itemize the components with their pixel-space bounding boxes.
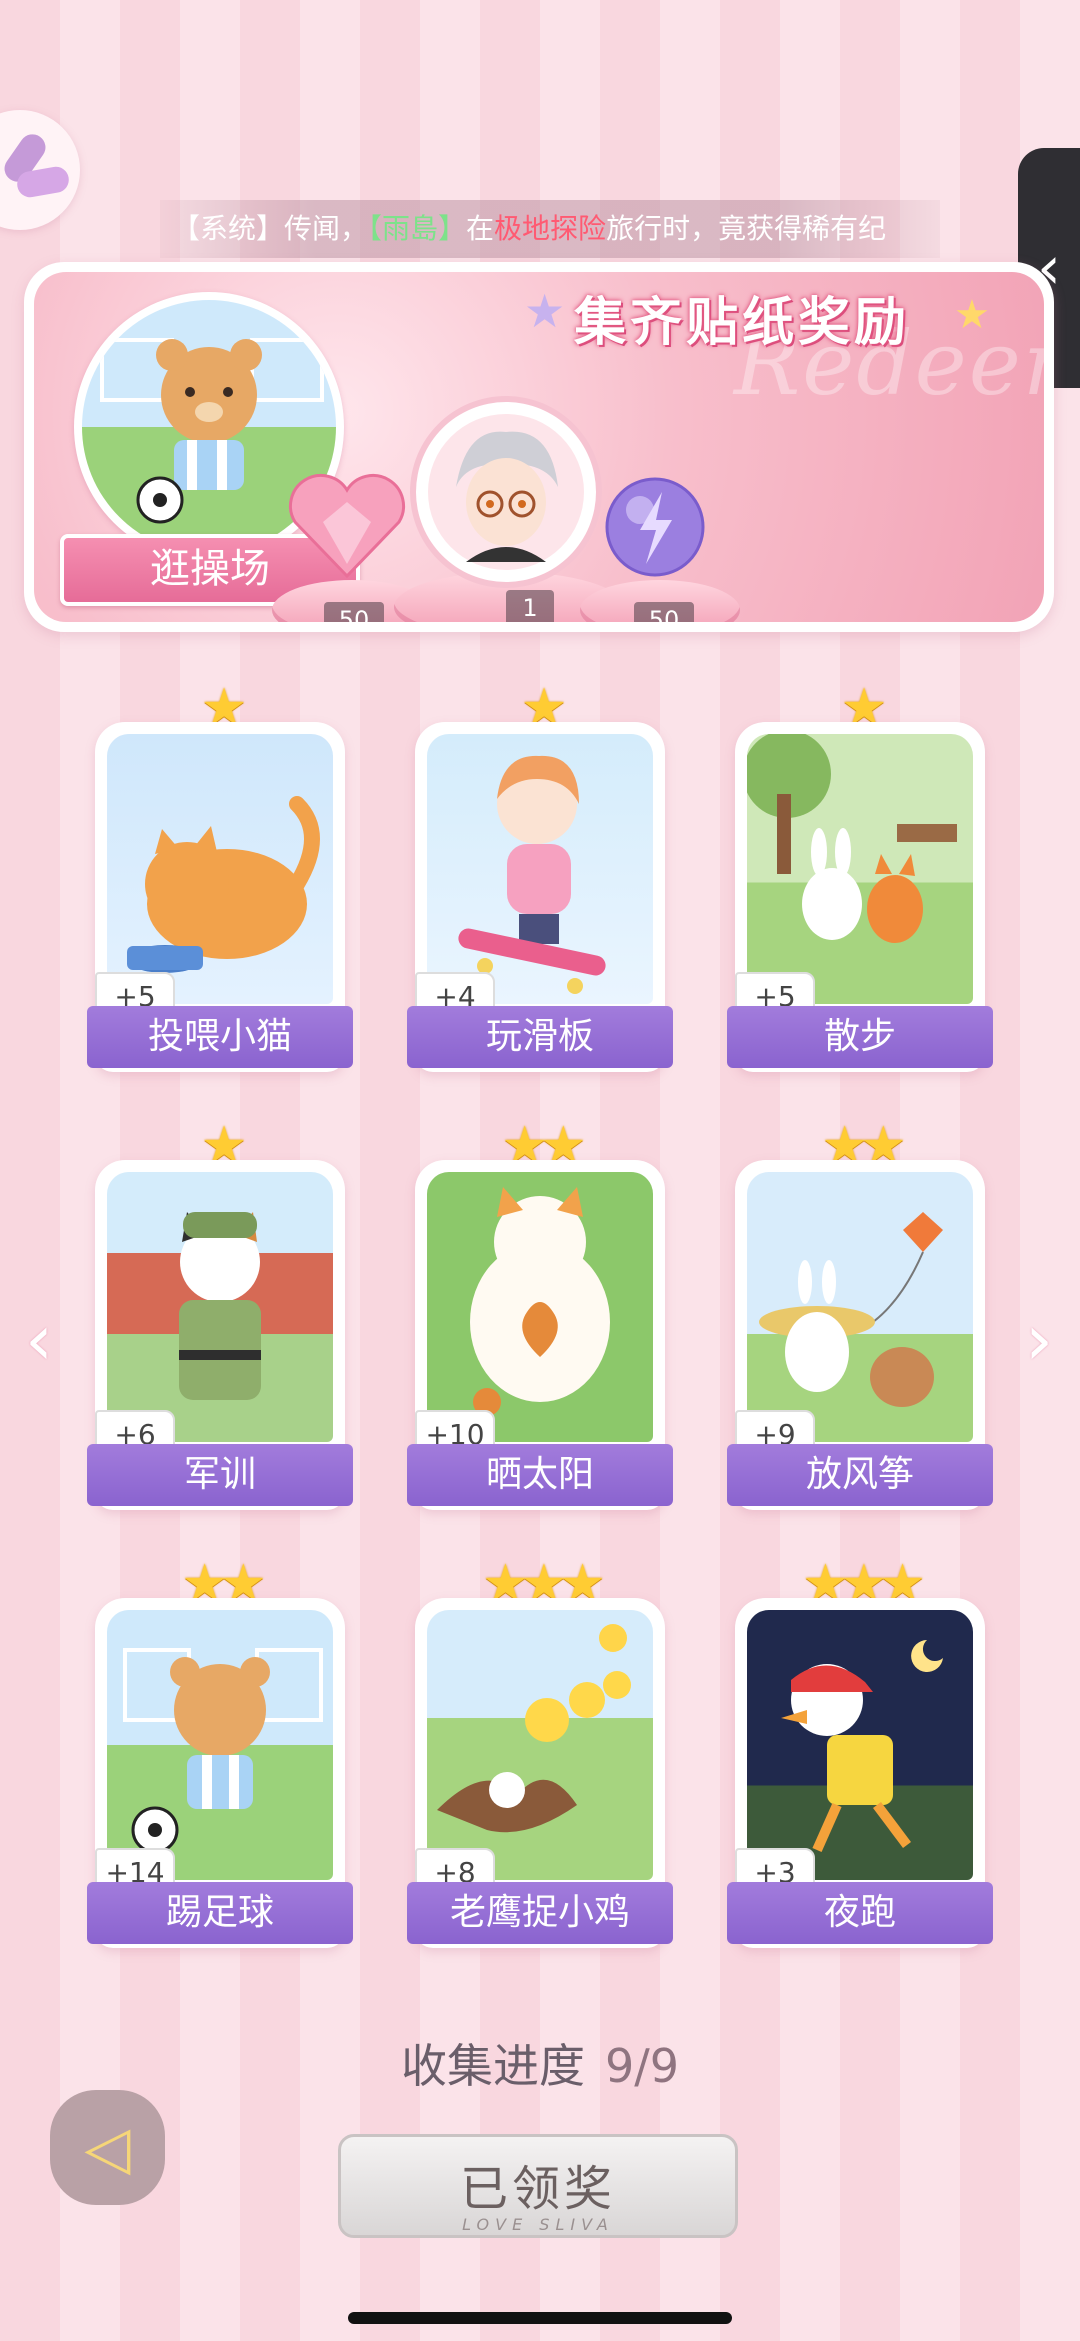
eagle-chicks-illustration — [427, 1610, 653, 1880]
claim-reward-button[interactable]: 已领奖 LOVE SLIVA — [338, 2134, 738, 2238]
sticker-card-skateboard[interactable]: ★ +4 玩滑板 — [407, 678, 673, 1072]
collection-progress: 收集进度 9/9 — [0, 2030, 1080, 2096]
bear-soccer-illustration — [107, 1610, 333, 1880]
cat-sunbathing-illustration — [427, 1172, 653, 1442]
home-indicator[interactable] — [348, 2312, 732, 2324]
bunny-fox-walk-illustration — [747, 734, 973, 1004]
sticker-card-night-run[interactable]: ★★★ +3 夜跑 — [727, 1554, 993, 1948]
flower-menu-button[interactable] — [0, 110, 80, 230]
notice-prefix: 【系统】传闻， — [172, 212, 369, 245]
sticker-name: 军训 — [87, 1444, 353, 1506]
star-decoration-icon: ★ — [524, 284, 566, 338]
back-arrow-icon: ◁ — [84, 2112, 131, 2183]
progress-value: 9/9 — [604, 2039, 680, 2093]
collection-reward-banner: Redeem ★ 集齐贴纸奖励 ★ — [24, 262, 1054, 632]
reward-count: 50 — [634, 602, 694, 622]
notice-suffix: 旅行时，竟获得稀有纪 — [606, 212, 887, 245]
sticker-name: 踢足球 — [87, 1882, 353, 1944]
notice-player: 【雨島】 — [368, 212, 467, 245]
claim-button-label: 已领奖 — [459, 2161, 616, 2217]
duck-night-run-illustration — [747, 1610, 973, 1880]
banner-title: 集齐贴纸奖励 — [574, 293, 911, 353]
bunny-kite-illustration — [747, 1172, 973, 1442]
progress-label: 收集进度 — [400, 2039, 585, 2093]
sticker-name: 老鹰捉小鸡 — [407, 1882, 673, 1944]
purple-energy-orb-icon[interactable] — [590, 462, 720, 592]
sticker-card-kite[interactable]: ★★ +9 放风筝 — [727, 1116, 993, 1510]
sticker-card-soccer[interactable]: ★★ +14 踢足球 — [87, 1554, 353, 1948]
sticker-card-military-training[interactable]: ★ +6 军训 — [87, 1116, 353, 1510]
sticker-name: 玩滑板 — [407, 1006, 673, 1068]
sticker-name: 夜跑 — [727, 1882, 993, 1944]
character-avatar-icon[interactable] — [416, 402, 596, 582]
sticker-name: 放风筝 — [727, 1444, 993, 1506]
sticker-card-eagle-chicks[interactable]: ★★★ +8 老鹰捉小鸡 — [407, 1554, 673, 1948]
star-decoration-icon: ★ — [954, 292, 990, 338]
sticker-name: 投喂小猫 — [87, 1006, 353, 1068]
previous-page-arrow[interactable]: ‹ — [14, 1299, 64, 1381]
sticker-name: 散步 — [727, 1006, 993, 1068]
next-page-arrow[interactable]: › — [1014, 1299, 1064, 1381]
reward-count: 1 — [506, 590, 554, 622]
notice-place: 极地探险 — [494, 212, 607, 245]
girl-skateboard-illustration — [427, 734, 653, 1004]
claim-button-subtitle: LOVE SLIVA — [462, 2215, 614, 2234]
sticker-card-walk[interactable]: ★ +5 散步 — [727, 678, 993, 1072]
pink-heart-gem-icon[interactable] — [282, 462, 412, 592]
sticker-card-sunbathe[interactable]: ★★ +10 晒太阳 — [407, 1116, 673, 1510]
sticker-name: 晒太阳 — [407, 1444, 673, 1506]
back-button[interactable]: ◁ — [50, 2090, 165, 2205]
reward-count: 50 — [324, 602, 384, 622]
cat-soldier-illustration — [107, 1172, 333, 1442]
sticker-card-feed-cat[interactable]: ★ +5 投喂小猫 — [87, 678, 353, 1072]
system-notice-marquee: 【系统】传闻，【雨島】在极地探险旅行时，竟获得稀有纪 — [160, 200, 940, 258]
notice-middle: 在 — [466, 212, 495, 245]
cat-feeding-illustration — [107, 734, 333, 1004]
